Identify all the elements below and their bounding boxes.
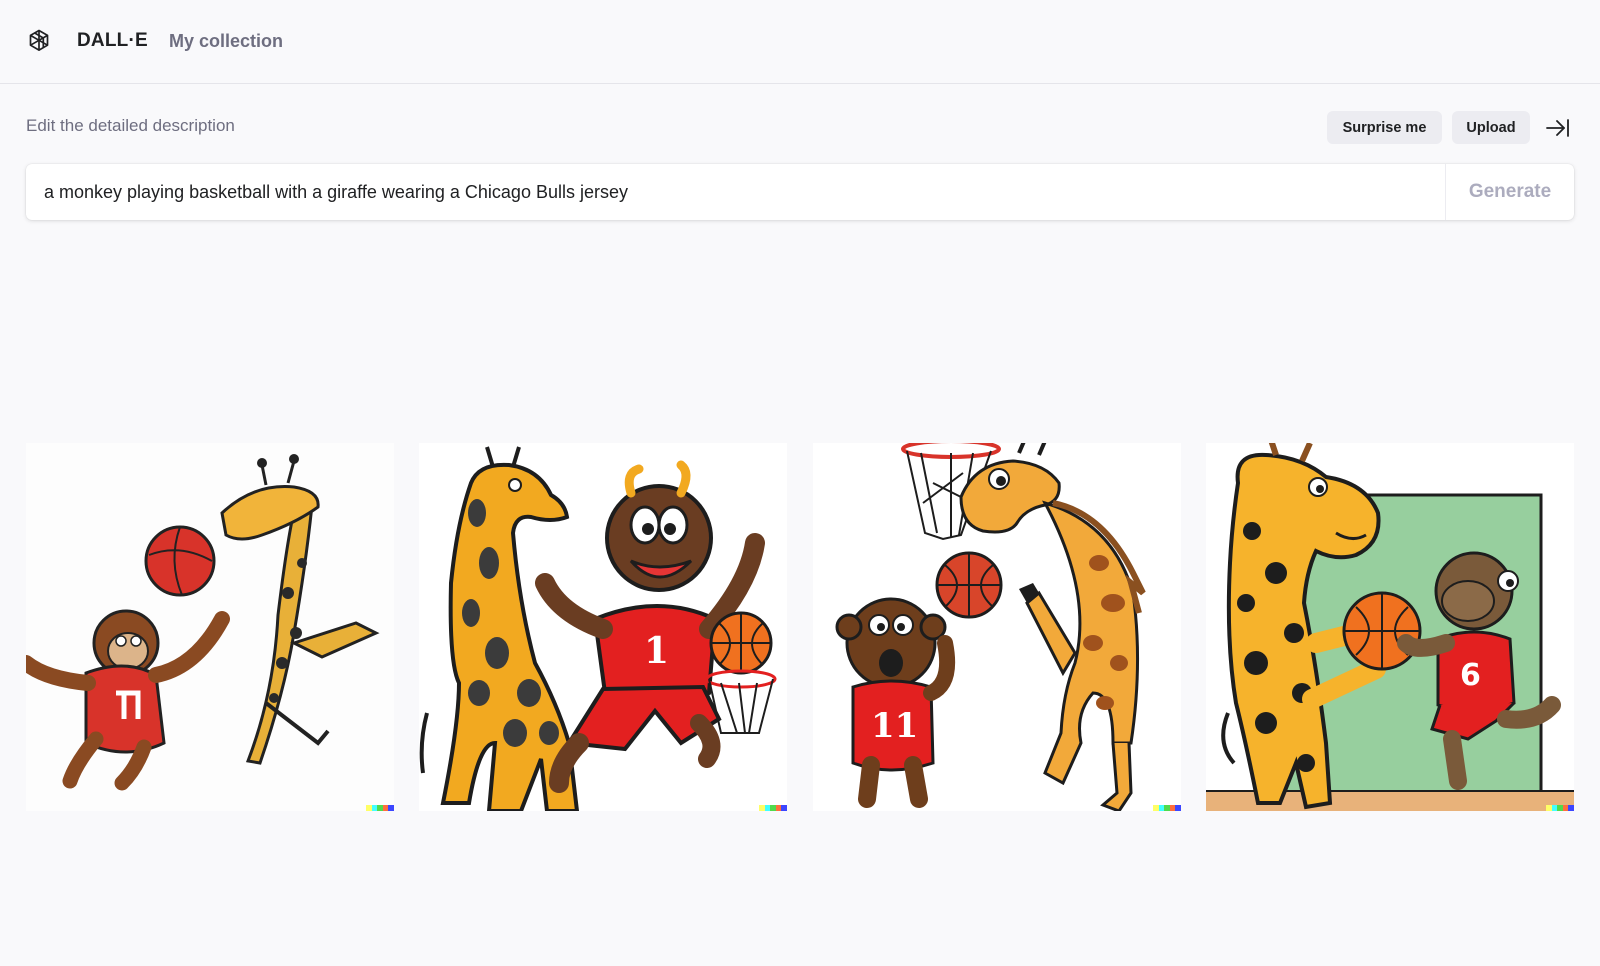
result-image-4-art: 6 [1206,443,1574,811]
svg-text:6: 6 [1460,658,1481,693]
top-bar: DALL·E My collection [0,0,1600,84]
result-image-2[interactable]: 1 [419,443,787,811]
result-image-4[interactable]: 6 [1206,443,1574,811]
signature-mark [366,805,394,811]
prompt-label: Edit the detailed description [26,116,235,135]
brand-title[interactable]: DALL·E [77,30,148,52]
prompt-box: a monkey playing basketball with a giraf… [26,164,1574,220]
prompt-input[interactable]: a monkey playing basketball with a giraf… [44,164,1444,220]
upload-button[interactable]: Upload [1452,111,1530,144]
arrow-right-bar-icon[interactable] [1545,115,1571,141]
result-image-2-art: 1 [419,443,787,811]
signature-mark [1546,805,1574,811]
generate-button[interactable]: Generate [1446,164,1574,220]
result-image-1[interactable] [26,443,394,811]
surprise-me-button[interactable]: Surprise me [1327,111,1442,144]
result-image-3-art: 11 [813,443,1181,811]
result-image-1-art [26,443,394,811]
openai-logo-icon[interactable] [25,27,53,55]
result-image-3[interactable]: 11 [813,443,1181,811]
signature-mark [1153,805,1181,811]
nav-my-collection[interactable]: My collection [169,31,283,52]
signature-mark [759,805,787,811]
svg-text:1: 1 [644,630,669,672]
svg-text:11: 11 [871,706,918,746]
